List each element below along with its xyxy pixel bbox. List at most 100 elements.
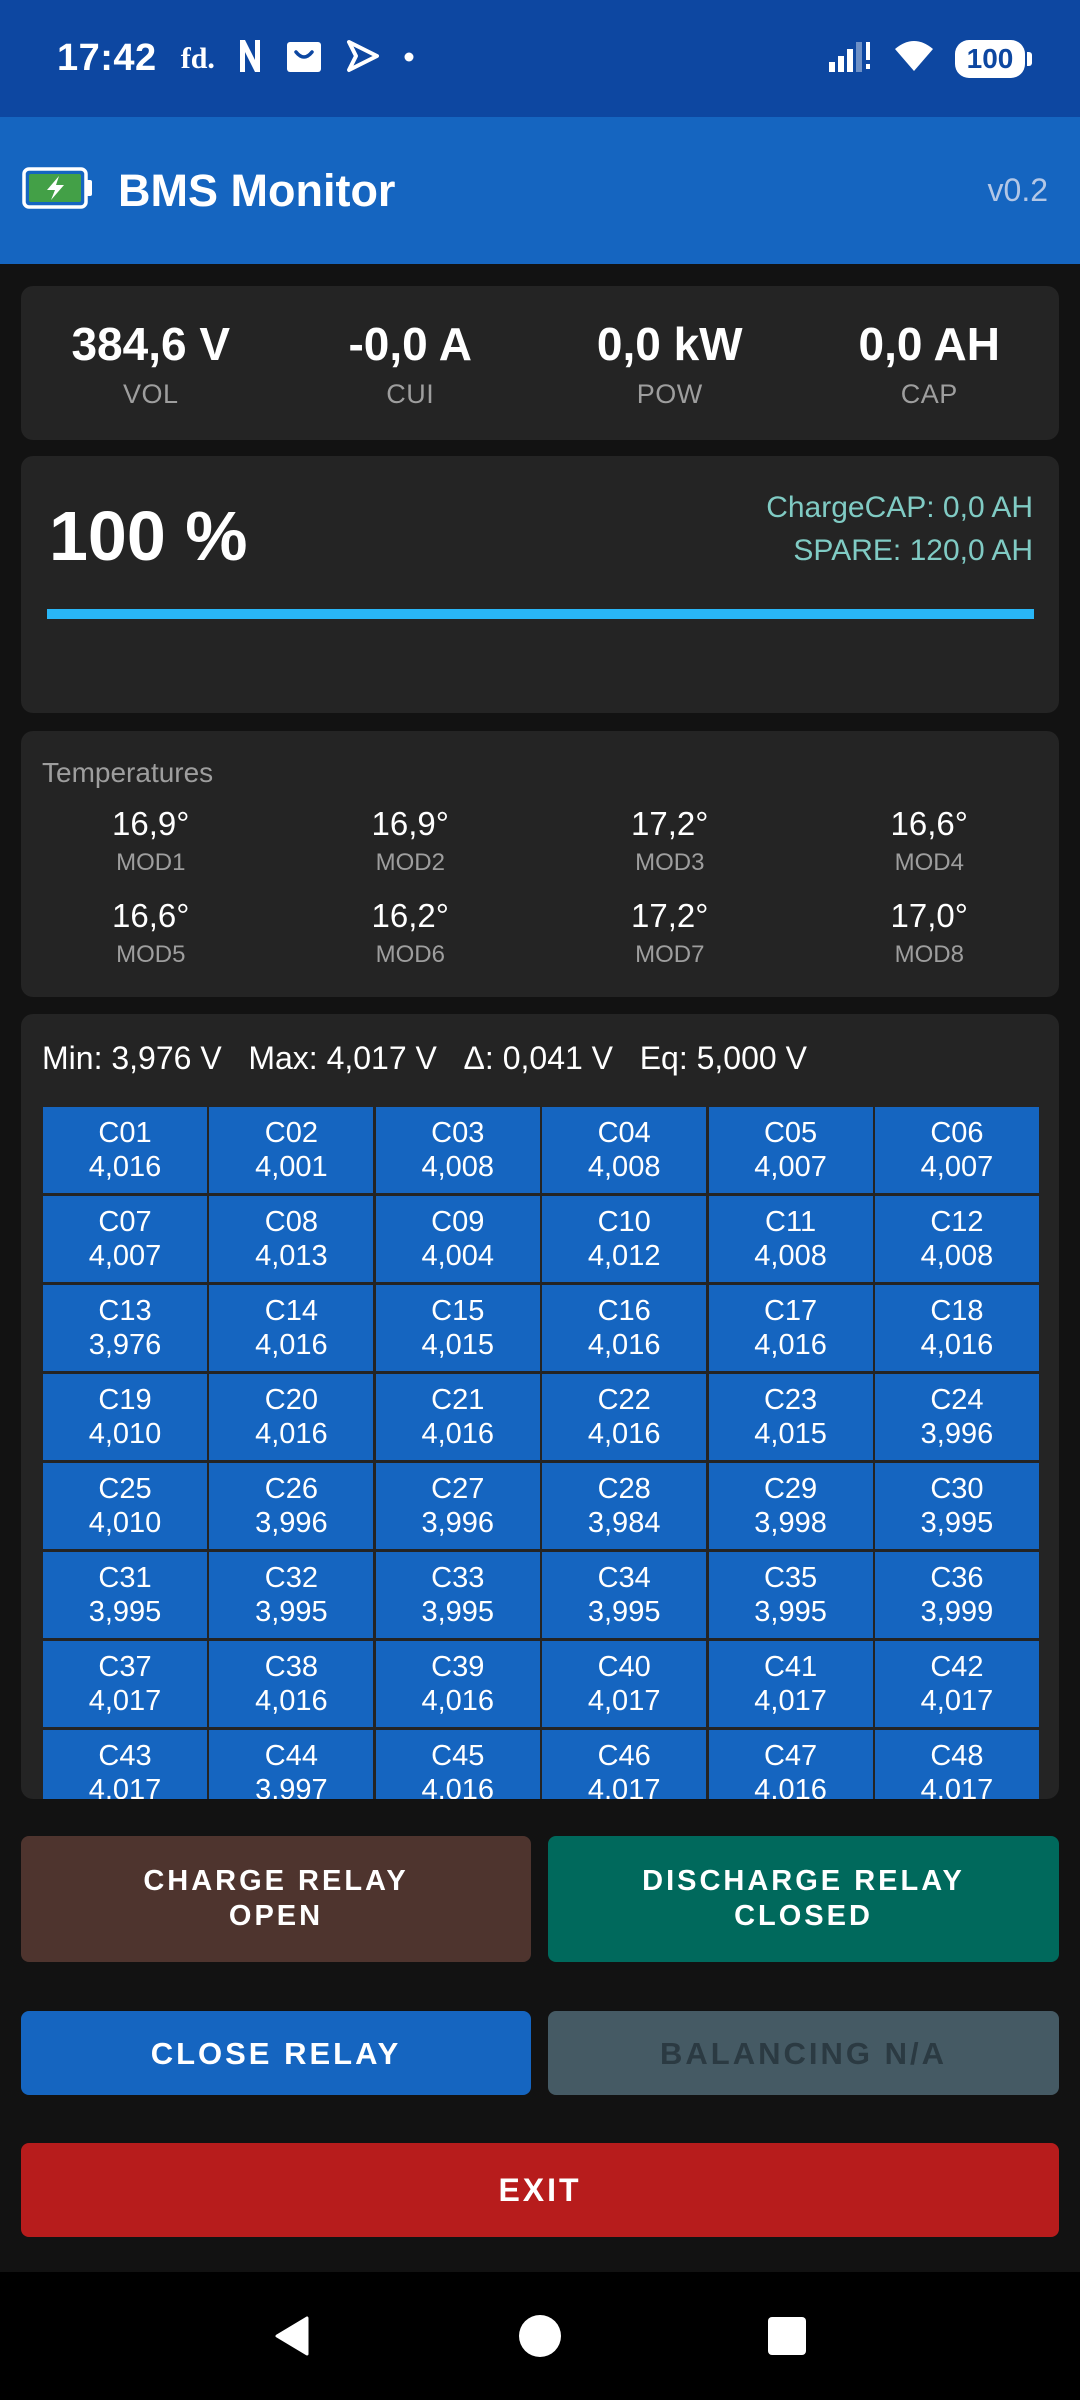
cell-voltage-tile[interactable]: C36 3,999 — [874, 1552, 1039, 1638]
exit-button[interactable]: EXIT — [21, 2143, 1059, 2237]
cell-voltage-tile[interactable]: C37 4,017 — [43, 1641, 207, 1727]
cell-voltage-tile[interactable]: C23 4,015 — [708, 1374, 873, 1460]
cell-voltage: 3,998 — [754, 1507, 827, 1539]
cell-voltage: 3,984 — [587, 1507, 661, 1539]
stat-voltage: 384,6 V VOL — [21, 286, 281, 440]
charge-relay-button[interactable]: CHARGE RELAY OPEN — [21, 1836, 531, 1962]
stat-current: -0,0 A CUI — [281, 286, 541, 440]
cell-voltage-tile[interactable]: C35 3,995 — [708, 1552, 873, 1638]
temperatures-grid: 16,9° MOD1 16,9° MOD2 17,2° MOD3 16,6° MOD4 16,6… — [21, 805, 1059, 969]
cell-voltage-tile[interactable]: C42 4,017 — [874, 1641, 1039, 1727]
cell-voltage: 4,016 — [754, 1774, 827, 1799]
cell-voltage: 4,010 — [88, 1418, 162, 1450]
cell-voltage-tile[interactable]: C17 4,016 — [708, 1285, 873, 1371]
cell-voltage-tile[interactable]: C41 4,017 — [708, 1641, 873, 1727]
close-relay-button[interactable]: CLOSE RELAY — [21, 2011, 531, 2095]
cell-id: C32 — [264, 1562, 318, 1594]
cell-voltage-tile[interactable]: C04 4,008 — [542, 1107, 707, 1193]
cell-voltage-tile[interactable]: C10 4,012 — [542, 1196, 707, 1282]
temperature-item: 16,2° MOD6 — [281, 897, 541, 969]
cell-voltage-tile[interactable]: C24 3,996 — [874, 1374, 1039, 1460]
cell-voltage-tile[interactable]: C32 3,995 — [209, 1552, 374, 1638]
temperature-label: MOD1 — [116, 849, 186, 876]
cell-voltage-tile[interactable]: C46 4,017 — [542, 1730, 707, 1799]
cell-voltage: 4,017 — [754, 1685, 827, 1717]
cell-voltage-tile[interactable]: C29 3,998 — [708, 1463, 873, 1549]
cell-voltage-tile[interactable]: C19 4,010 — [43, 1374, 207, 1460]
back-icon[interactable] — [263, 2306, 323, 2366]
cell-grid[interactable]: C01 4,016 C02 4,001 C03 4,008 C04 4,008 C05 4,007… — [43, 1107, 1039, 1799]
cell-voltage-tile[interactable]: C26 3,996 — [209, 1463, 374, 1549]
cell-id: C30 — [930, 1473, 984, 1505]
cell-voltage-tile[interactable]: C40 4,017 — [542, 1641, 707, 1727]
cell-voltage-tile[interactable]: C11 4,008 — [708, 1196, 873, 1282]
cell-voltage: 4,008 — [587, 1151, 661, 1183]
cell-voltage-tile[interactable]: C20 4,016 — [209, 1374, 374, 1460]
cell-id: C09 — [431, 1206, 485, 1238]
cell-voltage: 3,996 — [255, 1507, 328, 1539]
cell-voltage-tile[interactable]: C01 4,016 — [43, 1107, 207, 1193]
cell-voltage-tile[interactable]: C02 4,001 — [209, 1107, 374, 1193]
cell-voltage-tile[interactable]: C06 4,007 — [874, 1107, 1039, 1193]
cell-id: C23 — [763, 1384, 818, 1416]
cell-id: C19 — [98, 1384, 152, 1416]
cell-voltage-tile[interactable]: C22 4,016 — [542, 1374, 707, 1460]
cell-id: C01 — [98, 1117, 152, 1149]
cell-voltage-tile[interactable]: C45 4,016 — [375, 1730, 540, 1799]
cell-voltage-tile[interactable]: C18 4,016 — [874, 1285, 1039, 1371]
play-arrow-icon — [345, 38, 381, 79]
cell-voltage-tile[interactable]: C38 4,016 — [209, 1641, 374, 1727]
cell-id: C24 — [930, 1384, 984, 1416]
home-icon[interactable] — [510, 2306, 570, 2366]
temperature-value: 16,9° — [112, 805, 190, 842]
cell-voltage-tile[interactable]: C33 3,995 — [375, 1552, 540, 1638]
cell-id: C17 — [763, 1295, 818, 1327]
cell-voltage-tile[interactable]: C14 4,016 — [209, 1285, 374, 1371]
cell-voltage-tile[interactable]: C43 4,017 — [43, 1730, 207, 1799]
cell-voltage-tile[interactable]: C21 4,016 — [375, 1374, 540, 1460]
cells-summary: Min: 3,976 V Max: 4,017 V Δ: 0,041 V Eq:… — [42, 1040, 807, 1076]
cell-voltage: 4,004 — [421, 1240, 495, 1272]
cell-id: C06 — [930, 1117, 984, 1149]
temperature-label: MOD5 — [116, 941, 186, 968]
cell-voltage-tile[interactable]: C27 3,996 — [375, 1463, 540, 1549]
cell-voltage-tile[interactable]: C09 4,004 — [375, 1196, 540, 1282]
recents-icon[interactable] — [757, 2306, 817, 2366]
stat-capacity: 0,0 AH CAP — [800, 286, 1060, 440]
cell-voltage-tile[interactable]: C08 4,013 — [209, 1196, 374, 1282]
discharge-relay-button[interactable]: DISCHARGE RELAY CLOSED — [548, 1836, 1059, 1962]
cell-voltage: 4,015 — [754, 1418, 827, 1450]
cell-id: C10 — [597, 1206, 651, 1238]
cell-voltage-tile[interactable]: C15 4,015 — [375, 1285, 540, 1371]
soc-value: 100 % — [49, 497, 248, 575]
cell-voltage-tile[interactable]: C25 4,010 — [43, 1463, 207, 1549]
cell-voltage-tile[interactable]: C44 3,997 — [209, 1730, 374, 1799]
soc-card: 100 % ChargeCAP: 0,0 AH SPARE: 120,0 AH — [21, 456, 1059, 713]
cell-voltage-tile[interactable]: C13 3,976 — [43, 1285, 207, 1371]
cell-voltage-tile[interactable]: C03 4,008 — [375, 1107, 540, 1193]
cell-voltage-tile[interactable]: C34 3,995 — [542, 1552, 707, 1638]
cell-id: C28 — [597, 1473, 651, 1505]
cell-voltage: 4,017 — [587, 1685, 661, 1717]
cell-voltage-tile[interactable]: C07 4,007 — [43, 1196, 207, 1282]
cell-voltage-tile[interactable]: C12 4,008 — [874, 1196, 1039, 1282]
cell-voltage: 3,995 — [255, 1596, 328, 1628]
soc-info: ChargeCAP: 0,0 AH SPARE: 120,0 AH — [766, 486, 1033, 572]
status-time: 17:42 — [57, 37, 157, 79]
cell-id: C12 — [930, 1206, 984, 1238]
cell-voltage-tile[interactable]: C31 3,995 — [43, 1552, 207, 1638]
cell-id: C41 — [763, 1651, 818, 1683]
temperature-value: 17,2° — [631, 897, 709, 934]
charge-relay-state: OPEN — [228, 1900, 324, 1932]
cell-voltage: 4,016 — [255, 1418, 328, 1450]
cell-voltage-tile[interactable]: C16 4,016 — [542, 1285, 707, 1371]
cell-voltage-tile[interactable]: C30 3,995 — [874, 1463, 1039, 1549]
balancing-button[interactable]: BALANCING N/A — [548, 2011, 1059, 2095]
cell-voltage-tile[interactable]: C05 4,007 — [708, 1107, 873, 1193]
cell-voltage-tile[interactable]: C47 4,016 — [708, 1730, 873, 1799]
cell-voltage: 4,016 — [421, 1774, 495, 1799]
cell-voltage-tile[interactable]: C28 3,984 — [542, 1463, 707, 1549]
cell-voltage: 4,016 — [88, 1151, 162, 1183]
cell-voltage-tile[interactable]: C48 4,017 — [874, 1730, 1039, 1799]
cell-voltage-tile[interactable]: C39 4,016 — [375, 1641, 540, 1727]
